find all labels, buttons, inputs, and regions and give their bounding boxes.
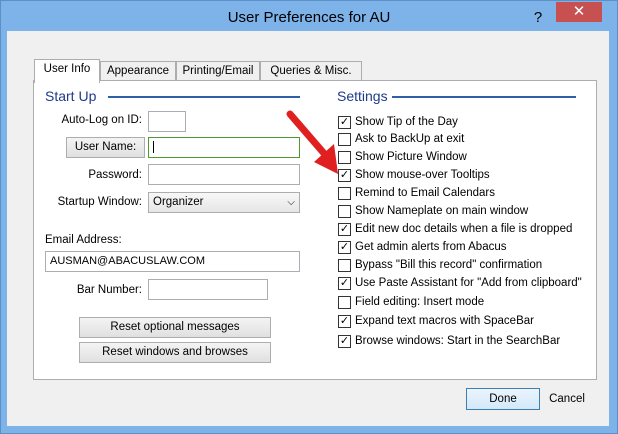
password-input[interactable] xyxy=(148,164,300,185)
checkbox-label: Expand text macros with SpaceBar xyxy=(355,315,534,327)
checkbox[interactable]: ✓ xyxy=(338,335,351,348)
checkbox-label: Show Picture Window xyxy=(355,151,467,163)
tab-label: User Info xyxy=(43,63,91,75)
email-input[interactable]: AUSMAN@ABACUSLAW.COM xyxy=(45,251,300,272)
arrow-shaft xyxy=(286,110,332,162)
checkmark-icon: ✓ xyxy=(339,223,350,235)
startup-window-label: Startup Window: xyxy=(57,196,142,208)
checkbox-label: Get admin alerts from Abacus xyxy=(355,241,507,253)
tab-queries-misc[interactable]: Queries & Misc. xyxy=(260,61,362,81)
checkmark-icon: ✓ xyxy=(339,335,350,347)
password-label: Password: xyxy=(88,169,142,181)
checkbox[interactable] xyxy=(338,296,351,309)
user-name-input[interactable] xyxy=(148,137,300,158)
tab-user-info[interactable]: User Info xyxy=(34,59,100,83)
checkbox[interactable]: ✓ xyxy=(338,241,351,254)
email-label: Email Address: xyxy=(45,234,122,246)
tab-label: Queries & Misc. xyxy=(270,65,352,77)
checkbox-label: Browse windows: Start in the SearchBar xyxy=(355,335,561,347)
checkbox-label: Show mouse-over Tooltips xyxy=(355,169,490,181)
checkbox[interactable] xyxy=(338,205,351,218)
settings-rule xyxy=(392,96,576,98)
red-arrow xyxy=(286,110,338,174)
chevron-down-icon: ⌵ xyxy=(287,197,295,208)
tab-label: Printing/Email xyxy=(182,65,254,77)
tab-printing-email[interactable]: Printing/Email xyxy=(176,61,260,81)
done-button[interactable]: Done xyxy=(466,388,540,410)
checkbox-label: Bypass "Bill this record" confirmation xyxy=(355,259,543,271)
checkbox[interactable] xyxy=(338,187,351,200)
checkmark-icon: ✓ xyxy=(339,315,350,327)
settings-title: Settings xyxy=(337,88,388,104)
checkbox-label: Edit new doc details when a file is drop… xyxy=(355,223,573,235)
checkbox-label: Use Paste Assistant for "Add from clipbo… xyxy=(355,277,582,289)
checkbox-label: Show Tip of the Day xyxy=(355,116,458,128)
start-up-title: Start Up xyxy=(45,88,97,104)
reset-windows-button[interactable]: Reset windows and browses xyxy=(79,342,271,363)
auto-log-input[interactable] xyxy=(148,111,186,132)
checkbox-label: Remind to Email Calendars xyxy=(355,187,495,199)
checkmark-icon: ✓ xyxy=(339,277,350,289)
checkbox-label: Field editing: Insert mode xyxy=(355,296,485,308)
user-name-button[interactable]: User Name: xyxy=(66,137,145,158)
checkbox-label: Show Nameplate on main window xyxy=(355,205,529,217)
reset-optional-messages-button[interactable]: Reset optional messages xyxy=(79,317,271,338)
checkbox[interactable]: ✓ xyxy=(338,223,351,236)
help-icon[interactable]: ? xyxy=(526,8,550,28)
text-cursor xyxy=(153,141,154,153)
close-icon[interactable]: ✕ xyxy=(556,2,602,22)
bar-number-input[interactable] xyxy=(148,279,268,300)
checkbox-label: Ask to BackUp at exit xyxy=(355,133,465,145)
title-bar: User Preferences for AU ? ✕ xyxy=(1,1,617,33)
tab-appearance[interactable]: Appearance xyxy=(100,61,176,81)
bar-number-label: Bar Number: xyxy=(76,284,142,296)
startup-window-value: Organizer xyxy=(153,196,204,208)
startup-window-select[interactable]: Organizer ⌵ xyxy=(148,192,300,213)
cancel-button[interactable]: Cancel xyxy=(546,388,588,410)
checkmark-icon: ✓ xyxy=(339,241,350,253)
start-up-rule xyxy=(108,96,300,98)
window-title: User Preferences for AU xyxy=(227,9,391,26)
checkbox[interactable] xyxy=(338,259,351,272)
checkbox[interactable]: ✓ xyxy=(338,315,351,328)
tab-label: Appearance xyxy=(106,65,170,77)
auto-log-label: Auto-Log on ID: xyxy=(61,114,142,126)
checkbox[interactable]: ✓ xyxy=(338,277,351,290)
